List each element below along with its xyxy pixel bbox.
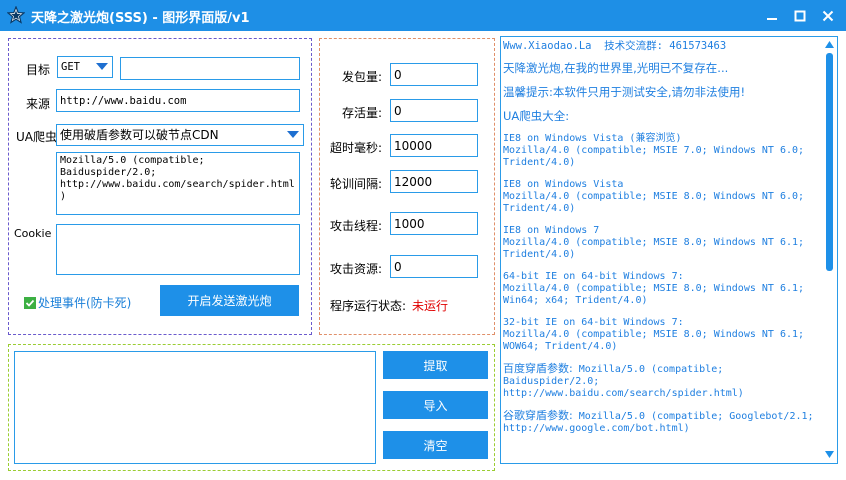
- handle-events-label: 处理事件(防卡死): [38, 296, 132, 310]
- interval-input[interactable]: [390, 170, 478, 193]
- baidu-params-label: 百度穿盾参数:: [503, 362, 573, 375]
- clear-button[interactable]: 清空: [383, 431, 488, 459]
- chevron-down-icon: [287, 131, 299, 138]
- status-label: 程序运行状态:: [330, 299, 407, 313]
- extract-button[interactable]: 提取: [383, 351, 488, 379]
- threads-label: 攻击线程:: [329, 219, 382, 233]
- ua-entry-line: Baiduspider/2.0;: [503, 376, 600, 387]
- info-scrollbar[interactable]: [822, 37, 837, 463]
- method-select-value: GET: [61, 61, 80, 73]
- ua-entry-line: Mozilla/4.0 (compatible; MSIE 8.0; Windo…: [503, 191, 805, 202]
- import-button[interactable]: 导入: [383, 391, 488, 419]
- ua-entry-title: 64-bit IE on 64-bit Windows 7:: [503, 271, 684, 282]
- chevron-down-icon: [96, 63, 108, 70]
- ua-entry-line: 百度穿盾参数: Mozilla/5.0 (compatible;: [503, 363, 823, 376]
- ua-entry-line: Mozilla/4.0 (compatible; MSIE 8.0; Windo…: [503, 283, 805, 294]
- minimize-button[interactable]: [762, 6, 782, 26]
- scroll-up-arrow-icon[interactable]: [825, 41, 834, 49]
- title-bar: 天降之激光炮(SSS) - 图形界面版/v1: [0, 0, 846, 31]
- ua-entry-line: Mozilla/4.0 (compatible; MSIE 8.0; Windo…: [503, 329, 805, 340]
- info-header: Www.Xiaodao.La 技术交流群: 461573463: [503, 40, 727, 52]
- resources-input[interactable]: [390, 255, 478, 278]
- source-label: 来源: [26, 97, 51, 111]
- star-icon: [7, 6, 25, 24]
- packets-input[interactable]: [390, 63, 478, 86]
- info-tip: 温馨提示:本软件只用于测试安全,请勿非法使用!: [503, 85, 746, 99]
- extract-textarea[interactable]: [14, 351, 376, 464]
- info-slogan: 天降激光炮,在我的世界里,光明已不复存在...: [503, 61, 729, 75]
- cookie-textarea[interactable]: [56, 224, 300, 275]
- maximize-icon: [794, 10, 806, 22]
- ua-entry-line: Trident/4.0): [503, 157, 576, 168]
- minimize-icon: [767, 18, 777, 20]
- ua-entry-title: 32-bit IE on 64-bit Windows 7:: [503, 317, 684, 328]
- ua-entry-title: IE8 on Windows Vista: [503, 179, 624, 190]
- timeout-input[interactable]: [390, 134, 478, 157]
- ua-entry-line: Mozilla/4.0 (compatible; MSIE 7.0; Windo…: [503, 145, 805, 156]
- resources-label: 攻击资源:: [329, 262, 382, 276]
- ua-entry-line: Trident/4.0): [503, 203, 576, 214]
- ua-entry-line: Trident/4.0): [503, 249, 576, 260]
- threads-input[interactable]: [390, 212, 478, 235]
- ua-label: UA爬虫: [16, 130, 57, 144]
- ua-entry-line: http://www.google.com/bot.html): [503, 423, 690, 434]
- alive-input[interactable]: [390, 99, 478, 122]
- scrollbar-thumb[interactable]: [826, 53, 833, 271]
- ua-entry-title: IE8 on Windows 7: [503, 225, 600, 236]
- close-button[interactable]: [818, 6, 838, 26]
- target-input[interactable]: [120, 57, 300, 80]
- status-value: 未运行: [412, 299, 449, 313]
- ua-entry-line: Win64; x64; Trident/4.0): [503, 295, 648, 306]
- packets-label: 发包量:: [341, 70, 382, 84]
- google-params-label: 谷歌穿盾参数:: [503, 409, 573, 422]
- ua-entry-line: http://www.baidu.com/search/spider.html): [503, 388, 744, 399]
- ua-entry-line: Mozilla/4.0 (compatible; MSIE 8.0; Windo…: [503, 237, 805, 248]
- info-ua-title: UA爬虫大全:: [503, 109, 570, 123]
- window-title: 天降之激光炮(SSS) - 图形界面版/v1: [31, 11, 250, 26]
- ua-entry-line: WOW64; Trident/4.0): [503, 341, 618, 352]
- method-select[interactable]: GET: [57, 56, 113, 78]
- ua-info-panel[interactable]: Www.Xiaodao.La 技术交流群: 461573463 天降激光炮,在我…: [500, 36, 838, 464]
- handle-events-checkbox[interactable]: 处理事件(防卡死): [24, 294, 131, 311]
- maximize-button[interactable]: [790, 6, 810, 26]
- ua-info-content: Www.Xiaodao.La 技术交流群: 461573463 天降激光炮,在我…: [501, 37, 823, 435]
- google-params-value: Mozilla/5.0 (compatible; Googlebot/2.1;: [572, 411, 814, 422]
- ua-select-value: 使用破盾参数可以破节点CDN: [60, 128, 219, 142]
- ua-entry-line: 谷歌穿盾参数: Mozilla/5.0 (compatible; Googleb…: [503, 410, 823, 423]
- scroll-down-arrow-icon[interactable]: [825, 451, 834, 459]
- source-input[interactable]: [56, 89, 300, 112]
- start-attack-button[interactable]: 开启发送激光炮: [160, 285, 299, 316]
- interval-label: 轮训间隔:: [329, 177, 382, 191]
- checkbox-checked-icon: [24, 297, 36, 309]
- close-icon: [822, 10, 834, 22]
- cookie-label: Cookie: [14, 227, 52, 240]
- baidu-params-value: Mozilla/5.0 (compatible;: [572, 364, 724, 375]
- alive-label: 存活量:: [341, 106, 382, 120]
- ua-select[interactable]: 使用破盾参数可以破节点CDN: [56, 124, 304, 146]
- timeout-label: 超时毫秒:: [329, 141, 382, 155]
- ua-textarea[interactable]: Mozilla/5.0 (compatible; Baiduspider/2.0…: [56, 152, 300, 215]
- target-label: 目标: [26, 63, 51, 77]
- ua-entry-title: IE8 on Windows Vista (兼容浏览): [503, 133, 682, 144]
